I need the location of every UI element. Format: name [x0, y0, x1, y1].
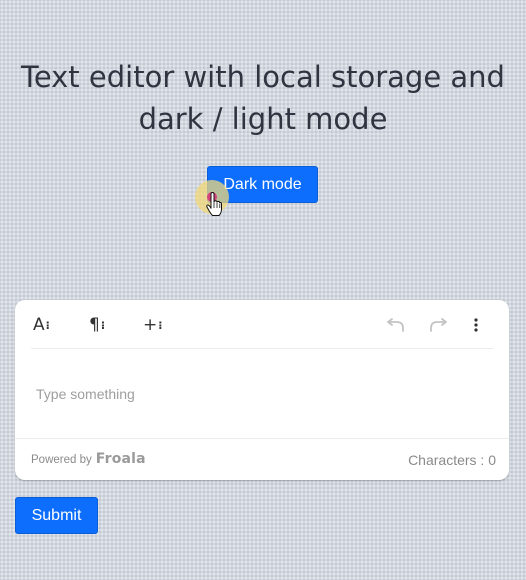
text-format-icon: A — [33, 315, 45, 335]
editor-toolbar: A ⁝ ¶ ⁝ + ⁝ — [15, 300, 509, 350]
editor-content-area[interactable]: Type something — [15, 350, 509, 438]
text-format-button[interactable]: A ⁝ — [33, 312, 50, 338]
plus-icon: + — [143, 315, 158, 335]
more-vertical-icon — [474, 318, 478, 332]
paragraph-format-button[interactable]: ¶ ⁝ — [89, 312, 105, 338]
froala-logo: Froala — [95, 451, 146, 467]
powered-by-label: Powered by — [31, 454, 92, 466]
toolbar-divider — [31, 348, 493, 349]
page-title: Text editor with local storage and dark … — [21, 60, 505, 136]
pointer-hand-icon — [206, 192, 222, 216]
editor-placeholder: Type something — [36, 386, 135, 402]
paragraph-icon: ¶ — [89, 315, 100, 335]
dropdown-dots-icon: ⁝ — [45, 318, 50, 332]
undo-icon — [387, 318, 404, 332]
dropdown-dots-icon: ⁝ — [158, 318, 162, 332]
submit-button[interactable]: Submit — [15, 497, 98, 534]
insert-more-button[interactable]: + ⁝ — [143, 312, 163, 338]
powered-by[interactable]: Powered by Froala — [31, 451, 146, 467]
more-options-button[interactable] — [473, 312, 479, 338]
undo-button[interactable] — [386, 312, 406, 338]
redo-button[interactable] — [428, 312, 448, 338]
dropdown-dots-icon: ⁝ — [100, 318, 105, 332]
redo-icon — [430, 318, 447, 332]
character-counter: Characters : 0 — [408, 452, 496, 468]
rich-text-editor: A ⁝ ¶ ⁝ + ⁝ Type something Powered by Fr… — [15, 300, 509, 480]
editor-footer: Powered by Froala Characters : 0 — [15, 439, 509, 480]
